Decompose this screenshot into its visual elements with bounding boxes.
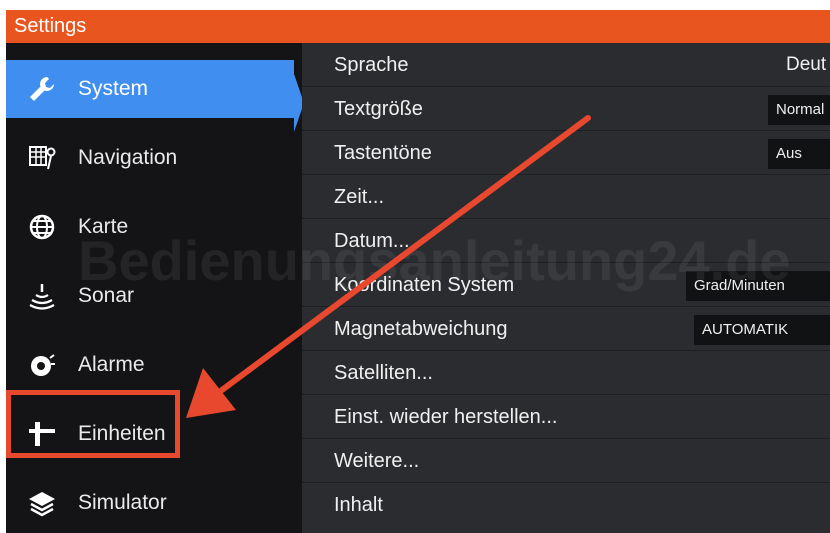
sidebar-item-label: Navigation xyxy=(78,146,178,169)
setting-label: Datum... xyxy=(334,230,410,252)
koordinaten-dropdown[interactable]: Grad/Minuten xyxy=(686,271,830,301)
setting-value: Deut xyxy=(786,54,827,75)
setting-label: Textgröße xyxy=(334,98,423,120)
setting-textgroesse[interactable]: Textgröße Normal xyxy=(302,87,830,131)
alarm-bell-icon xyxy=(24,347,60,383)
sidebar-item-label: Simulator xyxy=(78,491,167,514)
setting-label: Einst. wieder herstellen... xyxy=(334,406,558,428)
setting-label: Zeit... xyxy=(334,186,385,208)
setting-datum[interactable]: Datum... xyxy=(302,219,830,263)
sidebar-item-alarme[interactable]: Alarme xyxy=(6,336,294,394)
annotation-highlight-box xyxy=(6,390,180,458)
settings-list: Sprache Deut Textgröße Normal Tastentöne… xyxy=(302,43,830,533)
wrench-icon xyxy=(24,71,60,107)
setting-weitere[interactable]: Weitere... xyxy=(302,439,830,483)
sidebar-item-label: Karte xyxy=(78,215,129,238)
navigation-icon xyxy=(24,140,60,176)
window-title: Settings xyxy=(6,10,830,43)
setting-label: Inhalt xyxy=(334,494,383,516)
setting-koordinaten-system[interactable]: Koordinaten System Grad/Minuten xyxy=(302,263,830,307)
globe-icon xyxy=(24,209,60,245)
sidebar-item-label: System xyxy=(78,77,149,100)
magnetabweichung-dropdown[interactable]: AUTOMATIK xyxy=(694,315,830,345)
sidebar-item-system[interactable]: System xyxy=(6,60,304,132)
setting-inhalt[interactable]: Inhalt xyxy=(302,483,830,527)
setting-zeit[interactable]: Zeit... xyxy=(302,175,830,219)
sidebar-item-label: Alarme xyxy=(78,353,145,376)
setting-satelliten[interactable]: Satelliten... xyxy=(302,351,830,395)
sidebar: System Navigation Karte Sonar Alarme Ein… xyxy=(6,43,304,533)
setting-label: Weitere... xyxy=(334,450,420,472)
tastentoene-dropdown[interactable]: Aus xyxy=(768,139,830,169)
sidebar-item-navigation[interactable]: Navigation xyxy=(6,129,294,187)
setting-label: Satelliten... xyxy=(334,362,433,384)
sidebar-item-karte[interactable]: Karte xyxy=(6,198,294,256)
sidebar-item-simulator[interactable]: Simulator xyxy=(6,474,294,532)
setting-label: Sprache xyxy=(334,54,409,76)
setting-einst-wieder-herstellen[interactable]: Einst. wieder herstellen... xyxy=(302,395,830,439)
setting-label: Magnetabweichung xyxy=(334,318,508,340)
setting-label: Koordinaten System xyxy=(334,274,515,296)
sonar-icon xyxy=(24,278,60,314)
sidebar-item-sonar[interactable]: Sonar xyxy=(6,267,294,325)
setting-tastentoene[interactable]: Tastentöne Aus xyxy=(302,131,830,175)
sidebar-item-label: Sonar xyxy=(78,284,135,307)
setting-magnetabweichung[interactable]: Magnetabweichung AUTOMATIK xyxy=(302,307,830,351)
layers-icon xyxy=(24,485,60,521)
setting-label: Tastentöne xyxy=(334,142,432,164)
setting-sprache[interactable]: Sprache Deut xyxy=(302,43,830,87)
textgroesse-dropdown[interactable]: Normal xyxy=(768,95,830,125)
